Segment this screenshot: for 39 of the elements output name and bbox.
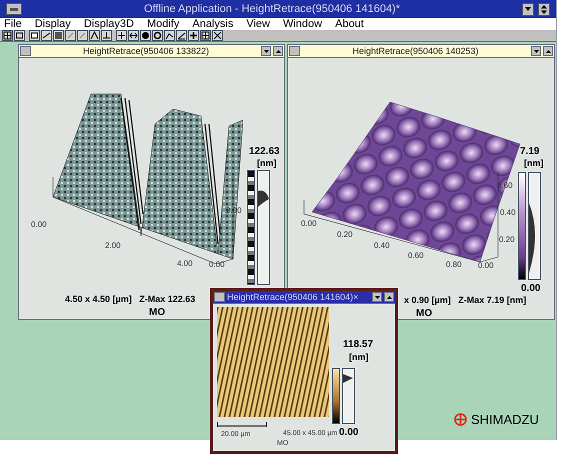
window-title: Offline Application - HeightRetrace(950406 141604)* [142, 2, 402, 17]
scan-info-label: 4.50 x 4.50 [µm] Z-Max 122.63 [65, 295, 196, 304]
window-title: HeightRetrace(950406 140253) [351, 46, 480, 56]
axis-label: 0.20 [337, 231, 353, 239]
axis-label: 0.60 [497, 182, 513, 190]
scale-min-label: 0.00 [521, 284, 540, 294]
z-max-label: 118.57 [343, 340, 374, 350]
axis-label: 0.00 [31, 221, 47, 229]
window-title: HeightRetrace(950406 141604)× [227, 292, 360, 302]
axis-label: 0.00 [209, 261, 225, 269]
axis-label: 2.00 [105, 242, 121, 250]
menu-item[interactable]: Window [282, 18, 322, 30]
axis-label: 0.00 [478, 262, 494, 270]
axis-label: 2.00 [226, 207, 242, 215]
unit-label: [nm] [524, 159, 544, 168]
menu-item[interactable]: File [4, 18, 22, 30]
menu-item[interactable]: Modify [146, 18, 180, 30]
menu-item[interactable]: About [335, 18, 364, 30]
mode-label: MO [149, 308, 166, 318]
axis-label: 4.00 [177, 260, 193, 268]
axis-label: 0.00 [301, 220, 317, 228]
window-title: HeightRetrace(950406 133822) [82, 46, 210, 56]
axis-label: 0.20 [499, 236, 515, 244]
axis-label: 0.40 [500, 209, 516, 217]
mode-label: MO [416, 309, 432, 319]
scale-min-label: 0.00 [339, 428, 358, 438]
logo-text: SHIMADZU [471, 411, 539, 429]
unit-label: [nm] [349, 353, 368, 362]
menu-item[interactable]: Display [34, 18, 71, 30]
menu-item[interactable]: Analysis [192, 18, 234, 30]
scan-info-label: x 0.90 [µm] Z-Max 7.19 [nm] [404, 296, 526, 305]
unit-label: [nm] [257, 159, 276, 168]
menu-item[interactable]: View [246, 18, 270, 30]
menu-item[interactable]: Display3D [84, 18, 134, 30]
z-max-label: 122.63 [249, 147, 280, 157]
axis-label: 0.60 [408, 252, 424, 260]
axis-label: 0.80 [446, 261, 462, 269]
z-max-label: 7.19 [520, 147, 540, 157]
axis-label: 0.40 [374, 242, 390, 250]
